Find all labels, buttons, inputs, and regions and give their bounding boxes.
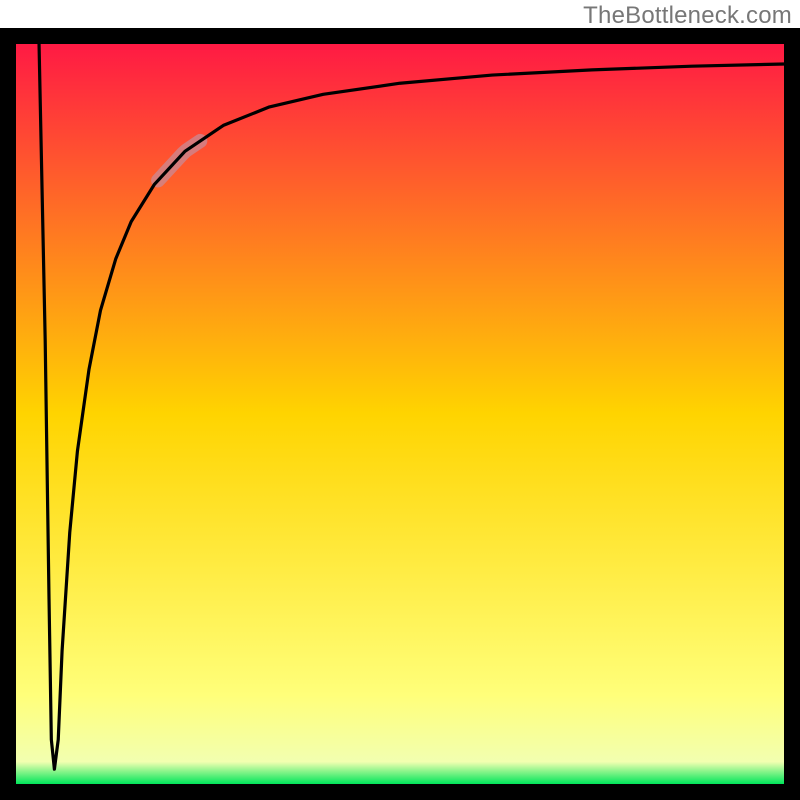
chart-canvas	[0, 0, 800, 800]
bottleneck-chart: TheBottleneck.com	[0, 0, 800, 800]
watermark-text: TheBottleneck.com	[583, 2, 792, 30]
